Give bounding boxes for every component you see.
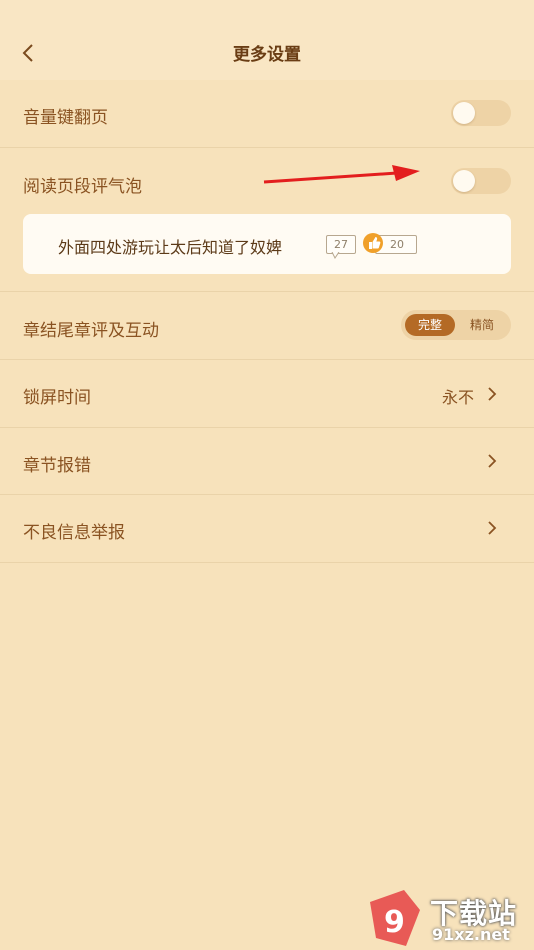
chevron-right-icon	[488, 387, 497, 401]
watermark-url: 91xz.net	[432, 925, 510, 944]
thumbs-up-icon	[363, 233, 383, 253]
chapter-end-segmented-control: 完整 精简	[401, 310, 511, 340]
chevron-right-icon	[488, 454, 497, 468]
setting-label: 章结尾章评及互动	[23, 321, 159, 341]
option-simple[interactable]: 精简	[459, 314, 505, 336]
header: 更多设置	[0, 0, 534, 80]
setting-report[interactable]: 不良信息举报	[0, 495, 534, 563]
toggle-knob	[453, 102, 475, 124]
setting-label: 阅读页段评气泡	[23, 177, 142, 197]
setting-volume-page-turn: 音量键翻页	[0, 80, 534, 148]
setting-label: 音量键翻页	[23, 108, 108, 128]
toggle-knob	[453, 170, 475, 192]
option-full[interactable]: 完整	[405, 314, 455, 336]
chevron-right-icon	[488, 521, 497, 535]
paragraph-bubble-toggle[interactable]	[451, 168, 511, 194]
volume-page-turn-toggle[interactable]	[451, 100, 511, 126]
annotation-arrow-icon	[263, 165, 420, 184]
setting-label: 锁屏时间	[23, 388, 91, 408]
preview-text: 外面四处游玩让太后知道了奴婢	[58, 238, 283, 257]
page-title: 更多设置	[233, 45, 301, 65]
setting-label: 章节报错	[23, 456, 91, 476]
lock-screen-value: 永不	[441, 388, 474, 407]
setting-label: 不良信息举报	[23, 523, 125, 543]
watermark-logo-text: 9	[384, 905, 405, 940]
setting-lock-screen[interactable]: 锁屏时间 永不	[0, 360, 534, 428]
setting-chapter-error[interactable]: 章节报错	[0, 428, 534, 495]
setting-chapter-end: 章结尾章评及互动 完整 精简	[0, 292, 534, 360]
bubble-preview-card: 外面四处游玩让太后知道了奴婢 27 20	[23, 214, 511, 274]
speech-tail-icon	[331, 252, 340, 259]
